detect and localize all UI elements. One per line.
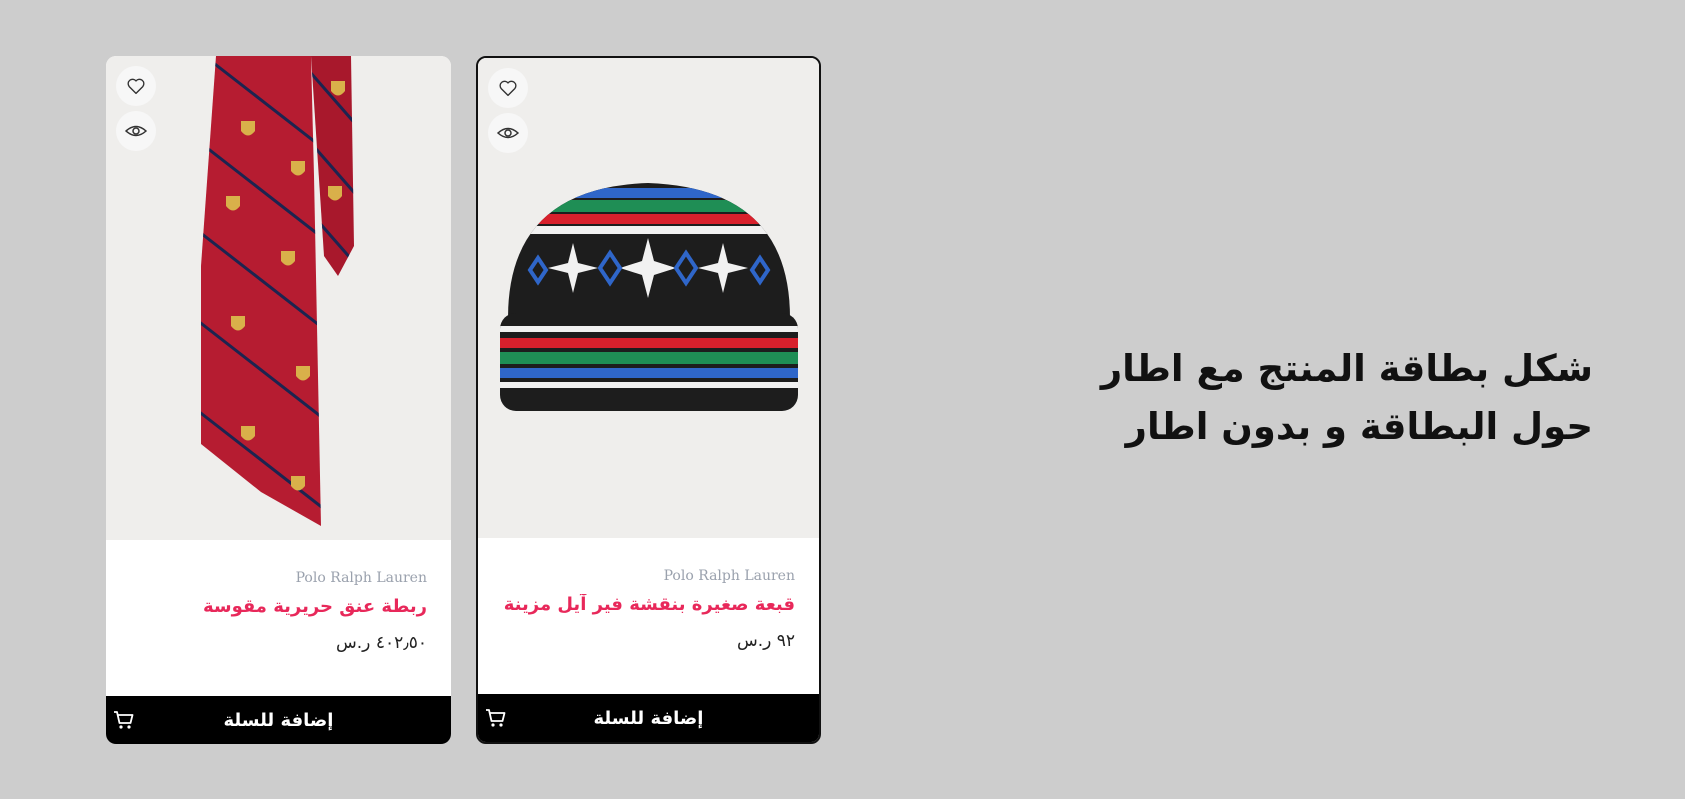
- product-card-bordered[interactable]: Polo Ralph Lauren قبعة صغيرة بنقشة فير آ…: [476, 56, 821, 744]
- favorite-button[interactable]: [488, 68, 528, 108]
- product-info: Polo Ralph Lauren ربطة عنق حريرية مقوسة …: [106, 540, 451, 653]
- product-card-unbordered[interactable]: Polo Ralph Lauren ربطة عنق حريرية مقوسة …: [106, 56, 451, 744]
- product-brand: Polo Ralph Lauren: [663, 568, 795, 584]
- heart-icon: [499, 80, 517, 97]
- product-image[interactable]: [106, 56, 451, 540]
- product-title[interactable]: ربطة عنق حريرية مقوسة: [130, 596, 427, 617]
- eye-icon: [124, 125, 148, 137]
- quick-view-button[interactable]: [488, 113, 528, 153]
- product-title[interactable]: قبعة صغيرة بنقشة فير آيل مزينة بد...: [502, 594, 795, 615]
- product-info: Polo Ralph Lauren قبعة صغيرة بنقشة فير آ…: [478, 538, 819, 651]
- beanie-image: [500, 183, 798, 411]
- product-brand: Polo Ralph Lauren: [295, 570, 427, 586]
- cart-icon: [486, 709, 506, 727]
- eye-icon: [496, 127, 520, 139]
- add-to-cart-button[interactable]: إضافة للسلة: [478, 694, 819, 742]
- tie-image: [201, 56, 354, 526]
- add-to-cart-label: إضافة للسلة: [593, 707, 704, 729]
- add-to-cart-label: إضافة للسلة: [223, 709, 334, 731]
- product-price: ٩٢ ر.س: [736, 631, 795, 651]
- product-image[interactable]: [478, 58, 819, 538]
- heart-icon: [127, 78, 145, 95]
- page-heading: شكل بطاقة المنتج مع اطار حول البطاقة و ب…: [1100, 347, 1593, 448]
- favorite-button[interactable]: [116, 66, 156, 106]
- product-price: ٤٠٢٫٥٠ ر.س: [336, 633, 427, 653]
- quick-view-button[interactable]: [116, 111, 156, 151]
- add-to-cart-button[interactable]: إضافة للسلة: [106, 696, 451, 744]
- cart-icon: [114, 711, 134, 729]
